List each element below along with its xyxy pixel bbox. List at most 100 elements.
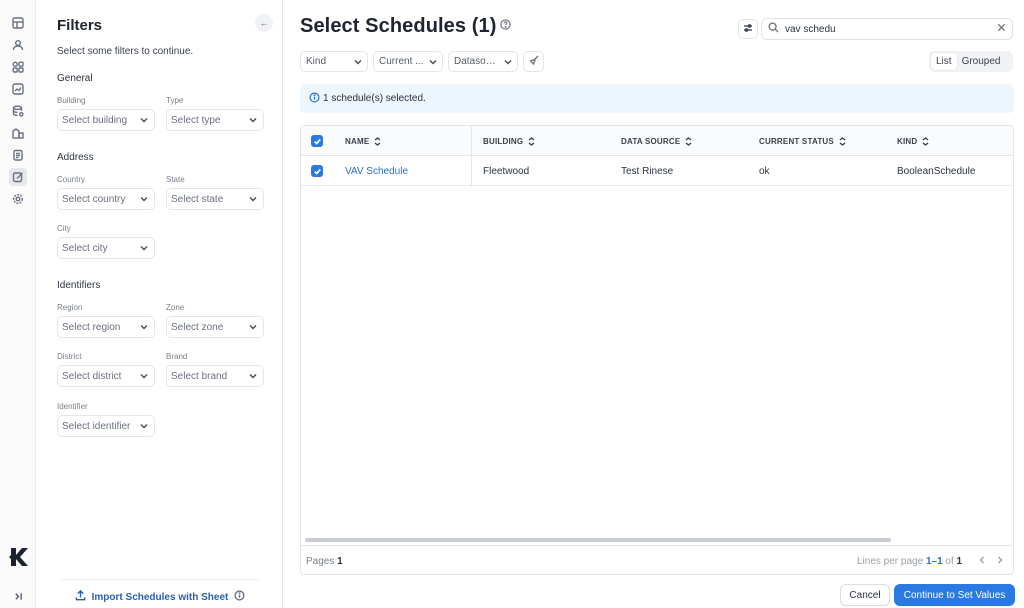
- sort-icon: [374, 136, 381, 146]
- cell-data-source: Test Rinese: [621, 165, 674, 177]
- column-header-building[interactable]: BUILDING: [483, 126, 535, 156]
- chevron-right-icon: [996, 555, 1004, 567]
- search-input[interactable]: [785, 23, 991, 35]
- info-icon[interactable]: [234, 590, 245, 604]
- chevron-down-icon: [350, 58, 362, 66]
- column-divider: [471, 126, 472, 156]
- schedules-table: NAME BUILDING DATA SOURCE CURRENT STATUS…: [300, 125, 1014, 575]
- selection-banner: 1 schedule(s) selected.: [300, 84, 1014, 113]
- import-schedules-link[interactable]: Import Schedules with Sheet: [62, 579, 258, 604]
- chevron-down-icon: [249, 323, 257, 331]
- horizontal-scrollbar[interactable]: [305, 538, 891, 542]
- edit-icon[interactable]: [9, 168, 27, 186]
- pages-indicator: Pages 1: [306, 556, 343, 567]
- building-label: Building: [57, 96, 86, 105]
- country-label: Country: [57, 175, 86, 184]
- table-header: NAME BUILDING DATA SOURCE CURRENT STATUS…: [301, 126, 1013, 156]
- schedule-name-link[interactable]: VAV Schedule: [345, 156, 408, 186]
- select-all-checkbox[interactable]: [311, 135, 323, 147]
- users-icon[interactable]: [9, 36, 27, 54]
- table-row[interactable]: VAV Schedule Fleetwood Test Rinese ok Bo…: [301, 156, 1013, 186]
- column-header-kind[interactable]: KIND: [897, 126, 929, 156]
- type-select[interactable]: Select type: [166, 109, 264, 131]
- kind-filter-dropdown[interactable]: Kind: [300, 51, 368, 72]
- view-list-option[interactable]: List: [931, 53, 957, 70]
- column-header-current-status[interactable]: CURRENT STATUS: [759, 126, 846, 156]
- grid-icon[interactable]: [9, 58, 27, 76]
- region-select[interactable]: Select region: [57, 316, 155, 338]
- arrow-left-icon: ←: [259, 18, 269, 28]
- zone-label: Zone: [166, 303, 185, 312]
- clipboard-icon[interactable]: [9, 146, 27, 164]
- column-header-name[interactable]: NAME: [345, 126, 381, 156]
- gear-icon[interactable]: [9, 190, 27, 208]
- chevron-down-icon: [140, 323, 148, 331]
- table-footer: Pages 1 Lines per page 1–1 of 1: [301, 545, 1013, 574]
- section-identifiers: Identifiers: [57, 280, 101, 291]
- info-icon: [309, 92, 320, 106]
- region-label: Region: [57, 303, 83, 312]
- brand-label: Brand: [166, 352, 188, 361]
- filter-settings-button[interactable]: [738, 19, 758, 39]
- datasource-filter-dropdown[interactable]: Datasour...: [448, 51, 518, 72]
- zone-select[interactable]: Select zone: [166, 316, 264, 338]
- cancel-button[interactable]: Cancel: [840, 584, 890, 606]
- brand-select[interactable]: Select brand: [166, 365, 264, 387]
- chevron-down-icon: [140, 372, 148, 380]
- section-general: General: [57, 73, 93, 84]
- filters-title: Filters: [57, 17, 103, 34]
- chevron-down-icon: [140, 244, 148, 252]
- chevron-down-icon: [140, 422, 148, 430]
- building-select[interactable]: Select building: [57, 109, 155, 131]
- view-grouped-option[interactable]: Grouped: [957, 53, 1006, 70]
- expand-rail-button[interactable]: [9, 587, 27, 605]
- clear-search-icon[interactable]: [997, 23, 1006, 35]
- district-select[interactable]: Select district: [57, 365, 155, 387]
- sort-icon: [685, 136, 692, 146]
- chevron-down-icon: [140, 195, 148, 203]
- chevron-left-icon: [978, 555, 986, 567]
- lines-per-page: Lines per page 1–1 of 1: [857, 556, 963, 567]
- sort-icon: [839, 136, 846, 146]
- prev-page-button[interactable]: [975, 554, 989, 568]
- cell-kind: BooleanSchedule: [897, 165, 976, 177]
- row-checkbox[interactable]: [311, 165, 323, 177]
- section-address: Address: [57, 152, 94, 163]
- chart-icon[interactable]: [9, 80, 27, 98]
- chevron-down-icon: [249, 372, 257, 380]
- search-box: [761, 18, 1013, 40]
- country-select[interactable]: Select country: [57, 188, 155, 210]
- type-label: Type: [166, 96, 184, 105]
- brand-logo: [7, 546, 29, 568]
- selection-count-text: 1 schedule(s) selected.: [323, 93, 426, 104]
- identifier-select[interactable]: Select identifier: [57, 415, 155, 437]
- continue-to-set-values-button[interactable]: Continue to Set Values: [894, 584, 1015, 606]
- district-label: District: [57, 352, 82, 361]
- help-icon[interactable]: [500, 19, 511, 30]
- column-header-data-source[interactable]: DATA SOURCE: [621, 126, 692, 156]
- database-icon[interactable]: [9, 102, 27, 120]
- search-icon: [768, 22, 779, 36]
- chevron-down-icon: [249, 116, 257, 124]
- icon-rail: [0, 0, 36, 608]
- identifier-label: Identifier: [57, 402, 88, 411]
- next-page-button[interactable]: [993, 554, 1007, 568]
- current-status-filter-dropdown[interactable]: Current ...: [373, 51, 443, 72]
- broom-icon: [528, 55, 539, 68]
- city-select[interactable]: Select city: [57, 237, 155, 259]
- sliders-icon: [743, 23, 753, 36]
- sort-icon: [528, 136, 535, 146]
- dashboard-icon[interactable]: [9, 14, 27, 32]
- collapse-filters-button[interactable]: ←: [255, 14, 273, 32]
- state-label: State: [166, 175, 185, 184]
- column-divider: [471, 156, 472, 186]
- chevron-down-icon: [500, 58, 512, 66]
- filters-hint: Select some filters to continue.: [57, 46, 194, 57]
- city-label: City: [57, 224, 71, 233]
- import-label: Import Schedules with Sheet: [91, 591, 229, 603]
- clear-filters-button[interactable]: [523, 51, 544, 72]
- buildings-icon[interactable]: [9, 124, 27, 142]
- cell-current-status: ok: [759, 165, 770, 177]
- upload-icon: [75, 589, 86, 604]
- state-select[interactable]: Select state: [166, 188, 264, 210]
